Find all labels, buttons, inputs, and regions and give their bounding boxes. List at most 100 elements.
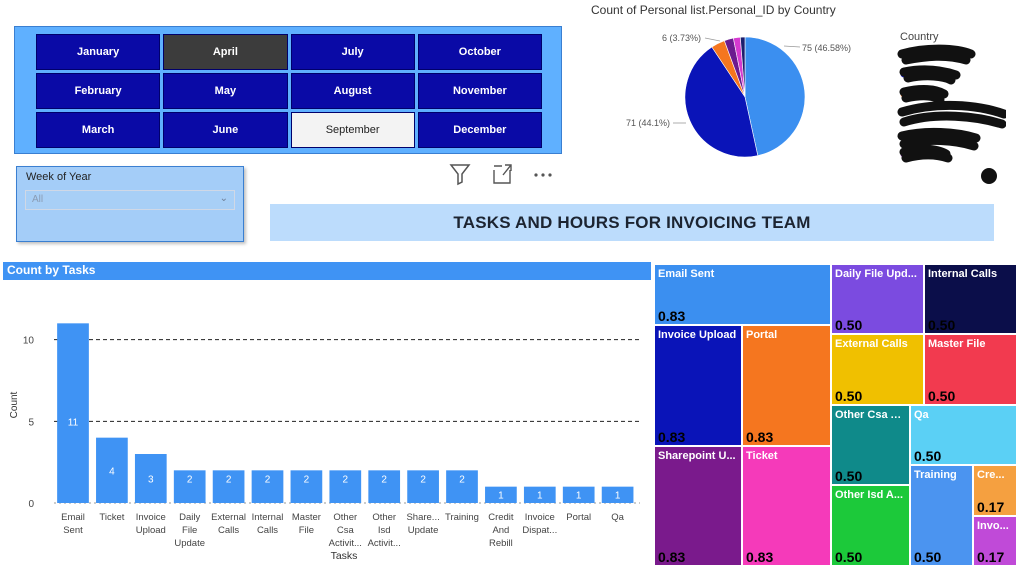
treemap-tile-value: 0.83 <box>658 549 686 565</box>
treemap-tile-value: 0.50 <box>914 448 942 464</box>
treemap-tile[interactable]: Cre... 0.17 <box>974 466 1018 517</box>
y-tick-label: 10 <box>23 336 35 347</box>
x-tick-label: Other <box>333 512 357 523</box>
x-tick-label: Invoice <box>136 512 166 523</box>
treemap-tile-label: Ticket <box>746 450 778 462</box>
bar-data-label: 4 <box>109 466 115 477</box>
month-button-january[interactable]: January <box>36 34 161 70</box>
week-of-year-dropdown[interactable]: All ⌄ <box>25 190 235 210</box>
x-tick-label: Qa <box>611 512 624 523</box>
focus-mode-icon[interactable] <box>490 162 514 186</box>
month-button-november[interactable]: November <box>417 73 542 109</box>
treemap-tile-value: 0.17 <box>977 549 1005 565</box>
pie-data-label: 6 (3.73%) <box>662 33 701 43</box>
x-tick-label: Csa <box>337 525 355 536</box>
month-button-december[interactable]: December <box>417 112 542 148</box>
bar-data-label: 2 <box>381 474 387 485</box>
treemap-tile[interactable]: Portal 0.83 <box>743 326 832 447</box>
bar-data-label: 2 <box>265 474 271 485</box>
bar-data-label: 2 <box>187 474 193 485</box>
treemap-tile-value: 0.83 <box>658 429 686 445</box>
redacted-legend-scribble <box>897 44 1006 184</box>
week-of-year-label: Week of Year <box>26 171 92 183</box>
month-button-october[interactable]: October <box>417 34 542 70</box>
x-tick-label: Sent <box>63 525 83 536</box>
x-tick-label: Share... <box>406 512 439 523</box>
bar-data-label: 1 <box>576 491 582 502</box>
treemap-tile-label: Other Csa A... <box>835 409 906 421</box>
x-tick-label: Portal <box>566 512 591 523</box>
month-slicer: January April July October February May August… <box>14 26 562 154</box>
month-button-february[interactable]: February <box>36 73 161 109</box>
week-of-year-value: All <box>32 194 44 205</box>
pie-data-label: 75 (46.58%) <box>802 43 851 53</box>
treemap-tile-label: Internal Calls <box>928 268 998 280</box>
x-tick-label: Calls <box>218 525 239 536</box>
x-tick-label: Invoice <box>525 512 555 523</box>
x-tick-label: Update <box>408 525 439 536</box>
x-tick-label: Credit <box>488 512 514 523</box>
x-tick-label: And <box>492 525 509 536</box>
y-tick-label: 0 <box>28 499 34 510</box>
x-tick-label: Dispat... <box>522 525 557 536</box>
month-button-may[interactable]: May <box>163 73 288 109</box>
treemap-tile-value: 0.50 <box>835 388 863 404</box>
bar-data-label: 2 <box>420 474 426 485</box>
pie-chart[interactable]: 75 (46.58%) 71 (44.1%) 6 (3.73%) <box>600 20 890 170</box>
treemap-tile-value: 0.50 <box>835 549 863 565</box>
month-button-march[interactable]: March <box>36 112 161 148</box>
treemap-tile-label: External Calls <box>835 338 908 350</box>
month-button-august[interactable]: August <box>290 73 415 109</box>
treemap-chart[interactable]: Email Sent 0.83 Invoice Upload 0.83 Portal 0.… <box>655 265 1018 567</box>
treemap-tile-value: 0.50 <box>928 388 956 404</box>
x-axis-title: Tasks <box>331 550 358 562</box>
x-tick-label: Other <box>372 512 396 523</box>
pie-chart-title: Count of Personal list.Personal_ID by Co… <box>591 3 836 17</box>
treemap-tile-label: Portal <box>746 329 778 341</box>
bar[interactable] <box>57 323 89 503</box>
x-tick-label: Isd <box>378 525 391 536</box>
treemap-tile[interactable]: Email Sent 0.83 <box>655 265 832 326</box>
treemap-tile-label: Email Sent <box>658 268 715 280</box>
treemap-tile-label: Other Isd A... <box>835 489 904 501</box>
treemap-tile[interactable]: Sharepoint U... 0.83 <box>655 447 743 567</box>
bar-chart-title: Count by Tasks <box>3 262 651 280</box>
treemap-tile[interactable]: Ticket 0.83 <box>743 447 832 567</box>
treemap-tile[interactable]: Master File 0.50 <box>925 335 1018 406</box>
bar-data-label: 11 <box>68 417 79 428</box>
pie-leader-line <box>783 45 801 48</box>
x-tick-label: Activit... <box>329 538 362 549</box>
bar-data-label: 3 <box>148 475 154 486</box>
treemap-tile[interactable]: External Calls 0.50 <box>832 335 925 406</box>
month-button-september[interactable]: September <box>290 112 415 148</box>
month-button-april[interactable]: April <box>163 34 288 70</box>
treemap-tile-value: 0.83 <box>746 549 774 565</box>
month-button-july[interactable]: July <box>290 34 415 70</box>
pie-data-label: 71 (44.1%) <box>626 118 670 128</box>
treemap-tile-value: 0.83 <box>658 308 686 324</box>
more-options-icon[interactable] <box>531 162 555 186</box>
treemap-tile[interactable]: Training 0.50 <box>911 466 974 567</box>
x-tick-label: Master <box>292 512 321 523</box>
x-tick-label: Ticket <box>99 512 124 523</box>
chevron-down-icon: ⌄ <box>219 193 228 204</box>
bar-data-label: 1 <box>498 491 504 502</box>
filter-icon[interactable] <box>448 162 472 186</box>
treemap-tile[interactable]: Other Csa A... 0.50 <box>832 406 911 486</box>
treemap-tile-label: Training <box>914 469 957 481</box>
month-button-june[interactable]: June <box>163 112 288 148</box>
treemap-tile[interactable]: Invo... 0.17 <box>974 517 1018 567</box>
bar-data-label: 2 <box>343 474 349 485</box>
treemap-tile-label: Qa <box>914 409 929 421</box>
treemap-tile[interactable]: Invoice Upload 0.83 <box>655 326 743 447</box>
x-tick-label: File <box>182 525 197 536</box>
treemap-tile[interactable]: Internal Calls 0.50 <box>925 265 1018 335</box>
treemap-tile[interactable]: Other Isd A... 0.50 <box>832 486 911 567</box>
bar-chart[interactable]: 0510Count11EmailSent4Ticket3InvoiceUploa… <box>0 282 652 567</box>
treemap-tile-label: Invoice Upload <box>658 329 737 341</box>
x-tick-label: Update <box>174 538 205 549</box>
treemap-tile[interactable]: Daily File Upd... 0.50 <box>832 265 925 335</box>
treemap-tile[interactable]: Qa 0.50 <box>911 406 1018 466</box>
treemap-tile-label: Sharepoint U... <box>658 450 736 462</box>
treemap-tile-label: Invo... <box>977 520 1009 532</box>
